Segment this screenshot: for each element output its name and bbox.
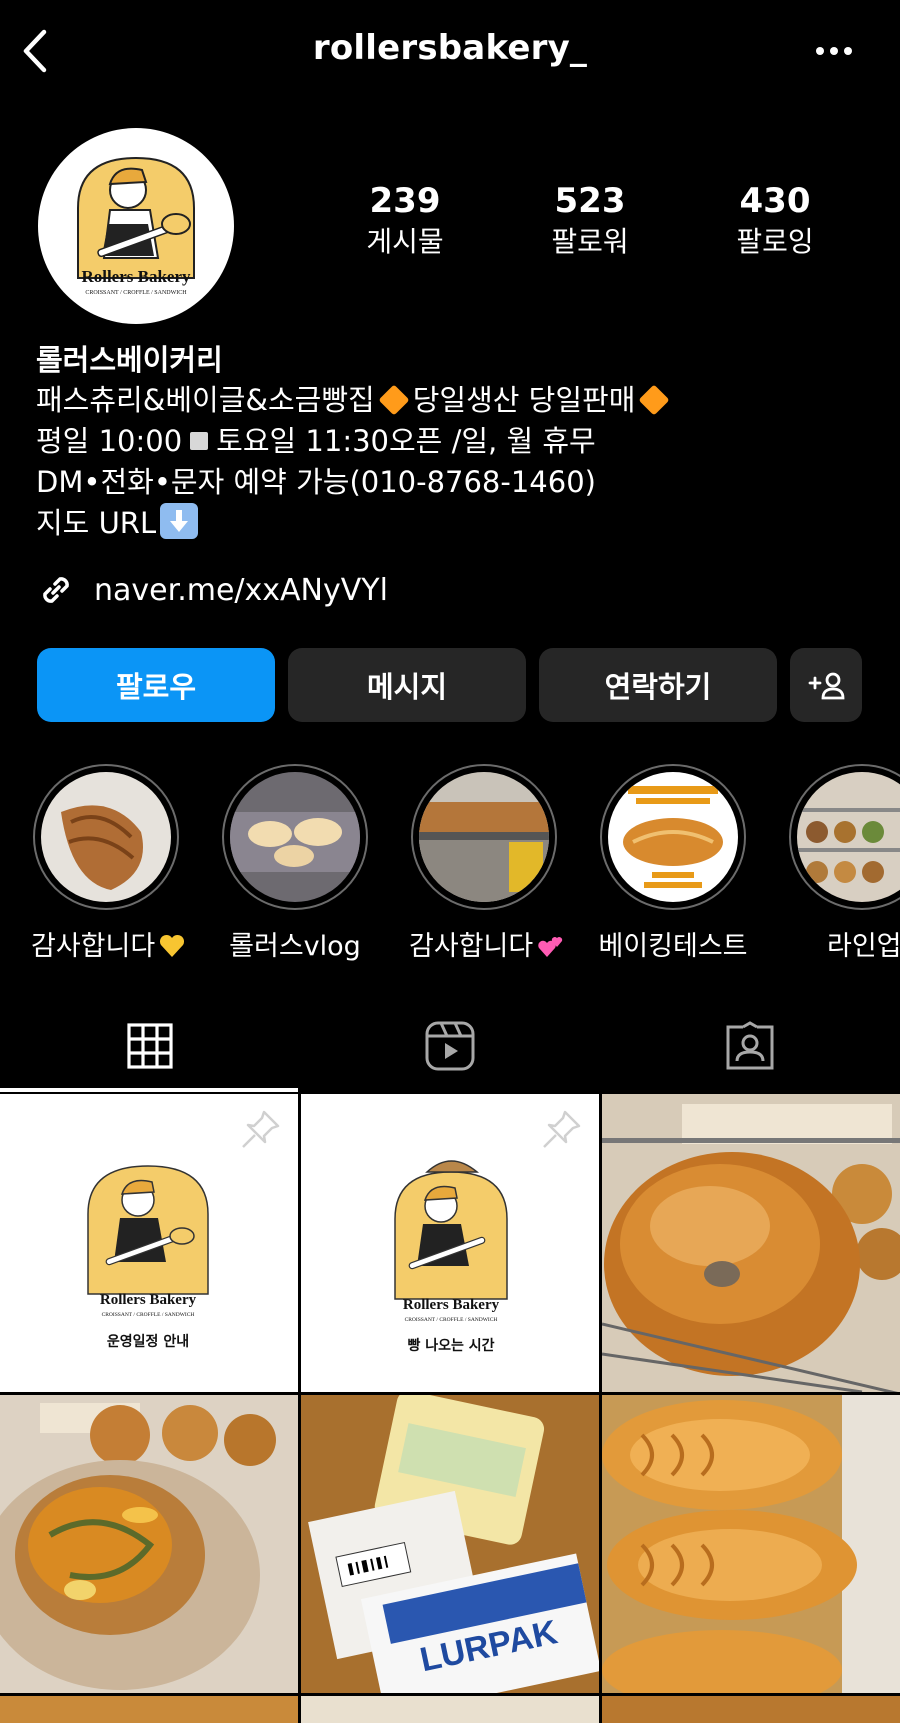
- post-tile[interactable]: [602, 1696, 900, 1723]
- reels-icon: [425, 1021, 475, 1071]
- highlight-ring: [411, 764, 557, 910]
- post-tile[interactable]: [602, 1094, 900, 1392]
- butter-photo: LURPAK: [301, 1395, 599, 1693]
- profile-stats: 239 게시물 523 팔로워 430 팔로잉: [320, 180, 850, 270]
- post-caption: 빵 나오는 시간: [407, 1337, 494, 1354]
- highlight-caption: 롤러스vlog: [229, 931, 361, 962]
- stat-value: 430: [739, 181, 811, 221]
- highlight-ring: [222, 764, 368, 910]
- link-icon: [43, 577, 69, 603]
- bagel-photo: [602, 1094, 900, 1392]
- bio-line: 평일 10:00 토요일 11:30오픈 /일, 월 휴무: [36, 421, 876, 462]
- two-hearts-icon: [538, 937, 563, 957]
- highlight-caption: 감사합니다: [409, 924, 563, 963]
- taiyaki-photo: [602, 1395, 900, 1693]
- profile-link[interactable]: naver.me/xxANyVYl: [36, 568, 388, 612]
- stat-following[interactable]: 430 팔로잉: [690, 180, 860, 260]
- active-tab-indicator: [0, 1088, 298, 1092]
- bio-line: DM•전화•문자 예약 가능(010-8768-1460): [36, 465, 596, 499]
- highlight-caption: 감사합니다: [31, 924, 185, 963]
- post-tile[interactable]: [602, 1395, 900, 1693]
- down-arrow-icon: [160, 503, 199, 539]
- orange-diamond-icon: [638, 384, 670, 416]
- tagged-icon: [726, 1021, 774, 1070]
- avatar-brand: Rollers Bakery: [81, 267, 191, 286]
- highlight-item[interactable]: 베이킹테스트: [598, 764, 748, 963]
- avatar[interactable]: Rollers Bakery CROISSANT / CROFFLE / SAN…: [38, 128, 234, 324]
- bio-text: 평일 10:00: [36, 424, 183, 458]
- highlight-item[interactable]: 라인업: [787, 764, 900, 963]
- post-tile[interactable]: Rollers Bakery CROISSANT / CROFFLE / SAN…: [301, 1094, 599, 1392]
- stat-label: 팔로워: [551, 225, 629, 258]
- add-person-icon: [808, 672, 845, 700]
- highlight-thumb: [608, 772, 738, 902]
- stat-label: 팔로잉: [736, 225, 814, 258]
- highlight-thumb: [41, 772, 171, 902]
- bio-line: 지도 URL: [36, 503, 876, 544]
- pin-icon: [242, 1110, 280, 1148]
- message-button[interactable]: 메시지: [288, 648, 526, 722]
- highlight-label: 감사합니다: [409, 931, 534, 962]
- highlight-thumb: [230, 772, 360, 902]
- tab-reels[interactable]: [300, 1000, 600, 1092]
- post-logo-tagline: CROISSANT / CROFFLE / SANDWICH: [102, 1312, 195, 1318]
- post-tile[interactable]: [0, 1395, 298, 1693]
- highlight-ring: [789, 764, 900, 910]
- post-logo-brand: Rollers Bakery: [100, 1292, 197, 1308]
- post-tile[interactable]: Rollers Bakery CROISSANT / CROFFLE / SAN…: [0, 1094, 298, 1392]
- profile-name: 롤러스베이커리: [36, 343, 223, 377]
- pin-icon: [543, 1110, 581, 1148]
- stat-label: 게시물: [366, 225, 444, 258]
- highlight-caption: 베이킹테스트: [598, 931, 748, 962]
- more-horizontal-icon[interactable]: [814, 44, 854, 58]
- highlight-ring: [33, 764, 179, 910]
- highlight-item[interactable]: 감사합니다: [31, 764, 185, 963]
- square-icon: [190, 432, 209, 450]
- profile-bio: 롤러스베이커리 패스츄리&베이글&소금빵집 당일생산 당일판매 평일 10:00 토…: [36, 340, 876, 544]
- stat-value: 523: [554, 181, 626, 221]
- bio-text: 토요일 11:30오픈 /일, 월 휴무: [216, 424, 596, 458]
- tab-tagged[interactable]: [600, 1000, 900, 1092]
- profile-username: rollersbakery_: [312, 28, 588, 68]
- tab-grid[interactable]: [0, 1000, 300, 1092]
- post-caption: 운영일정 안내: [107, 1333, 189, 1350]
- link-text: naver.me/xxANyVYl: [94, 572, 388, 608]
- post-tile[interactable]: LURPAK: [301, 1395, 599, 1693]
- highlight-caption: 라인업: [827, 931, 900, 962]
- post-logo-tagline: CROISSANT / CROFFLE / SANDWICH: [405, 1317, 498, 1323]
- avatar-tagline: CROISSANT / CROFFLE / SANDWICH: [85, 290, 187, 296]
- highlight-label: 감사합니다: [31, 931, 156, 962]
- highlight-item[interactable]: 롤러스vlog: [220, 764, 370, 963]
- follow-button[interactable]: 팔로우: [37, 648, 275, 722]
- bio-text: 당일생산 당일판매: [412, 383, 636, 417]
- contact-button[interactable]: 연락하기: [539, 648, 777, 722]
- bio-text: 패스츄리&베이글&소금빵집: [36, 383, 375, 417]
- bio-line: 패스츄리&베이글&소금빵집 당일생산 당일판매: [36, 380, 876, 421]
- yellow-heart-icon: [160, 934, 185, 957]
- bio-text: 지도 URL: [36, 506, 157, 540]
- stat-followers[interactable]: 523 팔로워: [505, 180, 675, 260]
- highlight-item[interactable]: 감사합니다: [409, 764, 563, 963]
- post-tile[interactable]: [0, 1696, 298, 1723]
- post-tile[interactable]: [301, 1696, 599, 1723]
- highlight-thumb: [797, 772, 900, 902]
- stat-value: 239: [369, 181, 441, 221]
- grid-icon: [127, 1023, 173, 1069]
- top-bar: rollersbakery_: [0, 0, 900, 104]
- pumpkin-bread-photo: [0, 1395, 298, 1693]
- post-logo-brand: Rollers Bakery: [403, 1297, 500, 1313]
- highlight-thumb: [419, 772, 549, 902]
- profile-tabs: [0, 1000, 900, 1092]
- orange-diamond-icon: [378, 384, 410, 416]
- add-person-button[interactable]: [790, 648, 862, 722]
- stat-posts[interactable]: 239 게시물: [320, 180, 490, 260]
- highlight-ring: [600, 764, 746, 910]
